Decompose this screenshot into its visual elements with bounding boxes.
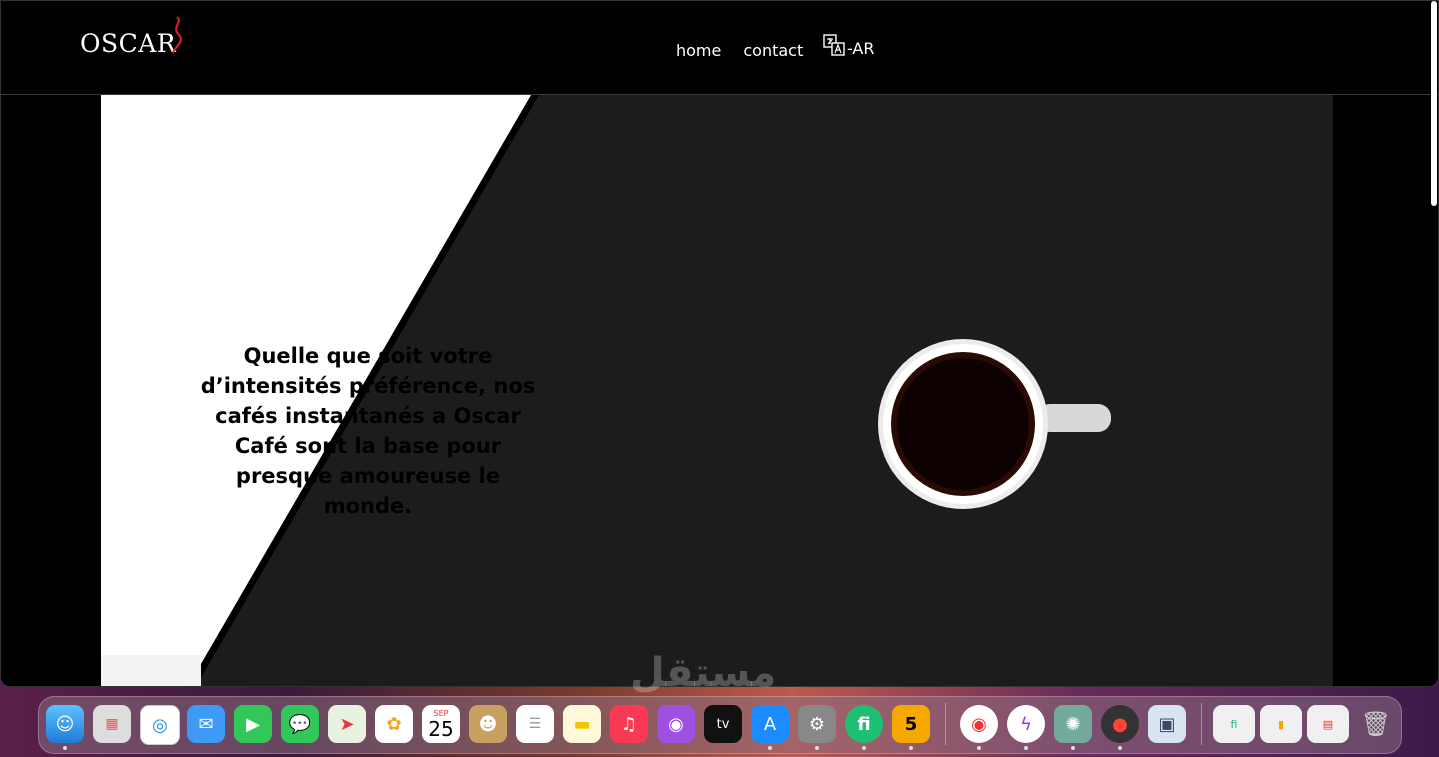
- launchpad-icon[interactable]: ▦: [93, 705, 131, 743]
- running-indicator: [768, 746, 772, 750]
- system-settings-icon[interactable]: ⚙: [798, 705, 836, 743]
- screen-recorder-icon[interactable]: ●: [1101, 705, 1139, 743]
- hero-text: Quelle que soit votre d’intensités préfé…: [200, 344, 536, 518]
- nav-home-link[interactable]: home: [676, 41, 721, 60]
- messages-icon[interactable]: 💬: [281, 705, 319, 743]
- messenger-icon[interactable]: ϟ: [1007, 705, 1045, 743]
- translate-icon: [823, 34, 845, 56]
- chatgpt-icon[interactable]: ✺: [1054, 705, 1092, 743]
- facetime-icon[interactable]: ▶: [234, 705, 272, 743]
- running-indicator: [1118, 746, 1122, 750]
- podcasts-icon[interactable]: ◉: [657, 705, 695, 743]
- safari-icon[interactable]: ◎: [140, 705, 180, 745]
- running-indicator: [1071, 746, 1075, 750]
- chrome-icon[interactable]: ◉: [960, 705, 998, 743]
- running-indicator: [862, 746, 866, 750]
- khamsat-label: 5: [904, 713, 918, 735]
- running-indicator: [63, 746, 67, 750]
- mail-icon[interactable]: ✉: [187, 705, 225, 743]
- calendar-icon[interactable]: SEP 25: [422, 705, 460, 743]
- preview-icon[interactable]: ▣: [1148, 705, 1186, 743]
- trash-icon[interactable]: 🗑: [1357, 705, 1395, 743]
- reminders-icon[interactable]: ☰: [516, 705, 554, 743]
- notes-icon[interactable]: ▬: [563, 705, 601, 743]
- fiverr-icon[interactable]: fi: [845, 705, 883, 743]
- apple-tv-icon[interactable]: tv: [704, 705, 742, 743]
- contacts-icon[interactable]: ☻: [469, 705, 507, 743]
- scrollbar[interactable]: [1431, 1, 1437, 206]
- dock-separator: [1201, 703, 1202, 745]
- photos-icon[interactable]: ✿: [375, 705, 413, 743]
- minimized-window-icon[interactable]: ▤: [1307, 705, 1349, 743]
- minimized-window-icon[interactable]: fi: [1213, 705, 1255, 743]
- finder-icon[interactable]: ☺: [46, 705, 84, 743]
- nav-links: home contact: [676, 41, 825, 60]
- khamsat-icon[interactable]: 5: [892, 705, 930, 743]
- nav-contact-link[interactable]: contact: [743, 41, 803, 60]
- maps-icon[interactable]: ➤: [328, 705, 366, 743]
- logo-text[interactable]: OSCAR: [80, 29, 176, 58]
- minimized-window-icon[interactable]: ▮: [1260, 705, 1302, 743]
- running-indicator: [1024, 746, 1028, 750]
- logo-swirl-icon: [171, 16, 182, 54]
- running-indicator: [815, 746, 819, 750]
- navbar: OSCAR home contact -AR: [1, 1, 1438, 95]
- app-store-icon[interactable]: A: [751, 705, 789, 743]
- watermark-text: مستقل: [630, 650, 777, 696]
- browser-window: OSCAR home contact -AR Quelle que soit v…: [0, 0, 1439, 687]
- language-label: -AR: [847, 39, 875, 58]
- calendar-day: 25: [428, 716, 454, 741]
- coffee-cup-image: [878, 339, 1111, 509]
- dock-separator: [945, 703, 946, 745]
- language-switch[interactable]: -AR: [823, 34, 874, 58]
- running-indicator: [977, 746, 981, 750]
- running-indicator: [909, 746, 913, 750]
- music-icon[interactable]: ♫: [610, 705, 648, 743]
- hero-section: Quelle que soit votre d’intensités préfé…: [101, 95, 1333, 686]
